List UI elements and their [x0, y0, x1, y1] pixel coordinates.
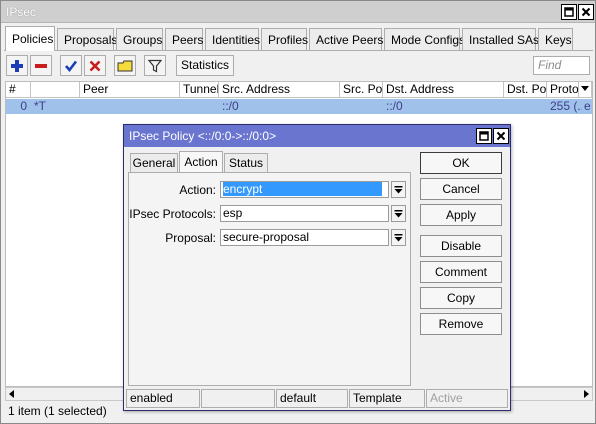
close-icon	[581, 7, 591, 17]
tab-active-peers[interactable]: Active Peers	[309, 28, 383, 50]
dropdown-arrow-icon	[581, 86, 589, 91]
filter-icon	[148, 59, 162, 72]
dialog-tab-action[interactable]: Action	[179, 151, 223, 173]
tab-installed-sas[interactable]: Installed SAs	[462, 28, 539, 50]
col-header-dst-address[interactable]: Dst. Address	[383, 82, 504, 98]
action-dropdown-button[interactable]	[391, 181, 406, 198]
ok-button[interactable]: OK	[420, 152, 502, 174]
remove-button[interactable]	[30, 55, 52, 76]
row-proto: 255 (...	[550, 99, 582, 113]
status-empty	[201, 389, 275, 408]
row-peer	[83, 99, 178, 114]
maximize-icon	[564, 7, 574, 17]
tab-groups[interactable]: Groups	[116, 28, 163, 50]
scroll-right-icon[interactable]	[582, 390, 590, 398]
minus-icon	[35, 63, 47, 68]
row-num: 0	[20, 99, 27, 113]
comment-button[interactable]	[114, 55, 136, 76]
tab-keys[interactable]: Keys	[538, 28, 573, 50]
maximize-button[interactable]	[561, 4, 577, 20]
dropdown-arrow-icon	[394, 210, 403, 218]
copy-button[interactable]: Copy	[420, 287, 502, 309]
maximize-icon	[479, 131, 489, 141]
checkmark-icon	[65, 60, 78, 72]
col-header-src-port[interactable]: Src. Port	[340, 82, 383, 98]
enable-button[interactable]	[60, 55, 82, 76]
status-template: Template	[349, 389, 425, 408]
tab-peers[interactable]: Peers	[165, 28, 203, 50]
proposal-select[interactable]: secure-proposal	[220, 229, 389, 246]
close-button[interactable]	[578, 4, 594, 20]
add-button[interactable]	[6, 55, 28, 76]
row-flags: *T	[34, 99, 46, 113]
remove-button[interactable]: Remove	[420, 313, 502, 335]
dialog-maximize-button[interactable]	[476, 128, 492, 144]
row-extra: e	[584, 99, 591, 113]
ipsec-policy-dialog: IPsec Policy <::/0:0->::/0:0> General Ac…	[123, 124, 511, 411]
row-dst-address: ::/0	[386, 99, 403, 113]
dialog-title: IPsec Policy <::/0:0->::/0:0>	[129, 129, 277, 143]
title-bar: IPsec	[1, 1, 595, 23]
tab-profiles[interactable]: Profiles	[261, 28, 308, 50]
col-header-flags[interactable]	[31, 82, 80, 98]
plus-icon	[11, 59, 23, 72]
col-header-num[interactable]: #	[6, 82, 31, 98]
col-header-dst-port[interactable]: Dst. Port	[504, 82, 547, 98]
apply-button[interactable]: Apply	[420, 204, 502, 226]
x-icon	[89, 60, 101, 71]
proposal-label: Proposal:	[165, 231, 216, 245]
action-select[interactable]: encrypt	[220, 181, 389, 198]
action-panel: Action: encrypt IPsec Protocols: esp Pro…	[128, 172, 411, 386]
dialog-tab-status[interactable]: Status	[224, 153, 268, 173]
disable-button[interactable]: Disable	[420, 235, 502, 257]
action-value: encrypt	[223, 182, 383, 196]
tab-proposals[interactable]: Proposals	[57, 28, 117, 50]
tab-mode-configs[interactable]: Mode Configs	[384, 28, 465, 50]
ipsec-protocols-dropdown-button[interactable]	[391, 205, 406, 222]
col-header-tunnel[interactable]: Tunnel	[180, 82, 219, 98]
note-icon	[117, 60, 133, 71]
find-input[interactable]: Find	[533, 56, 590, 75]
dropdown-arrow-icon	[394, 186, 403, 194]
disable-button[interactable]	[84, 55, 106, 76]
row-src-address: ::/0	[222, 99, 239, 113]
comment-button[interactable]: Comment	[420, 261, 502, 283]
dialog-tab-general[interactable]: General	[130, 153, 178, 173]
dialog-title-bar[interactable]: IPsec Policy <::/0:0->::/0:0>	[124, 125, 510, 147]
filter-button[interactable]	[144, 55, 166, 76]
row-dst-port	[507, 99, 545, 114]
col-header-proto[interactable]: Proto...	[547, 82, 579, 98]
close-icon	[496, 131, 506, 141]
status-default: default	[276, 389, 348, 408]
tab-policies[interactable]: Policies	[5, 26, 55, 51]
dropdown-arrow-icon	[394, 234, 403, 242]
cancel-button[interactable]: Cancel	[420, 178, 502, 200]
row-tunnel	[183, 99, 217, 114]
status-active: Active	[426, 389, 508, 408]
statistics-button[interactable]: Statistics	[176, 55, 234, 76]
ipsec-protocols-label: IPsec Protocols:	[129, 207, 216, 221]
action-label: Action:	[179, 183, 216, 197]
proposal-dropdown-button[interactable]	[391, 229, 406, 246]
dialog-close-button[interactable]	[493, 128, 509, 144]
tab-identities[interactable]: Identities	[205, 28, 260, 50]
col-header-peer[interactable]: Peer	[80, 82, 180, 98]
row-src-port	[343, 99, 381, 114]
window-title: IPsec	[6, 5, 37, 19]
col-header-src-address[interactable]: Src. Address	[219, 82, 340, 98]
scroll-left-icon[interactable]	[8, 390, 16, 398]
column-menu-button[interactable]	[579, 82, 592, 98]
ipsec-protocols-select[interactable]: esp	[220, 205, 389, 222]
status-enabled: enabled	[126, 389, 200, 408]
